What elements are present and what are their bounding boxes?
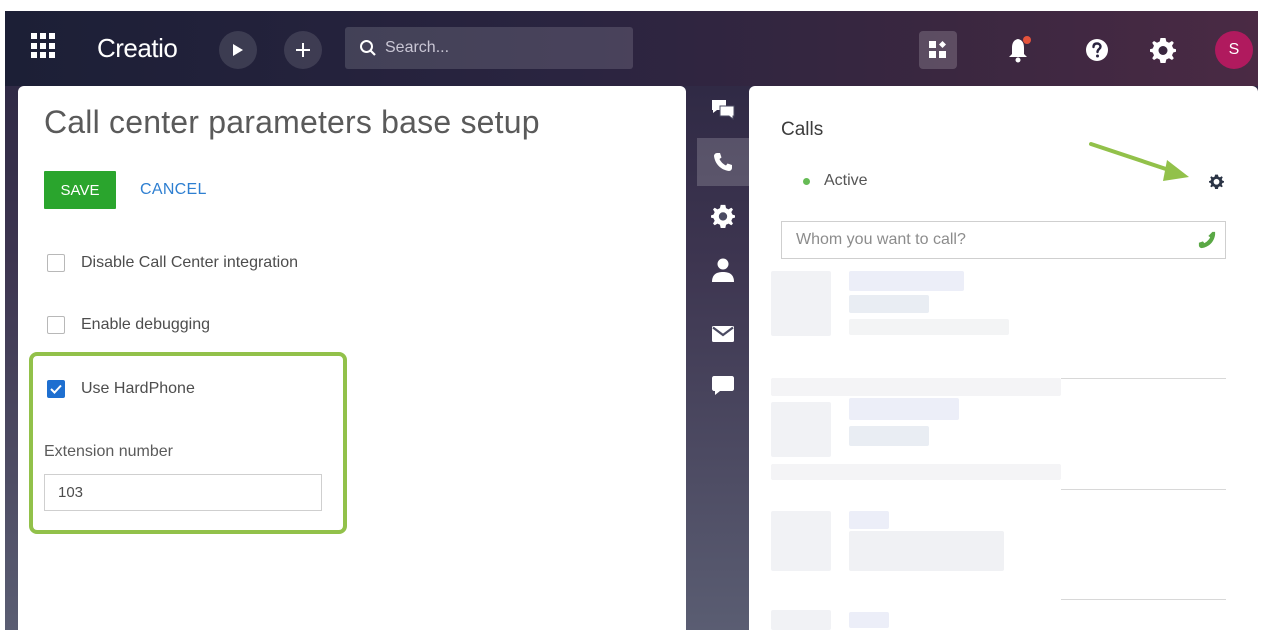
use-hardphone-checkbox[interactable]: Use HardPhone xyxy=(47,380,195,398)
call-button[interactable] xyxy=(1189,222,1225,258)
setup-panel: Call center parameters base setup SAVE C… xyxy=(18,86,686,630)
tab-contacts[interactable] xyxy=(697,246,749,294)
add-button[interactable] xyxy=(284,31,322,69)
call-number-input[interactable] xyxy=(782,222,1189,258)
checkbox-checked[interactable] xyxy=(47,380,65,398)
help-icon xyxy=(1086,39,1108,61)
tab-calls[interactable] xyxy=(697,138,749,186)
call-history-item xyxy=(771,610,1231,630)
call-history-item xyxy=(771,271,1231,351)
communication-panel-tabs xyxy=(697,86,749,630)
play-icon xyxy=(233,44,243,56)
tab-settings[interactable] xyxy=(697,192,749,240)
help-button[interactable] xyxy=(1078,31,1116,69)
enable-debugging-checkbox[interactable]: Enable debugging xyxy=(47,316,210,334)
call-status: Active xyxy=(803,172,868,190)
extension-number-label: Extension number xyxy=(44,443,173,460)
search-input[interactable] xyxy=(385,39,615,57)
list-divider xyxy=(1061,599,1226,600)
checkbox-label: Use HardPhone xyxy=(81,380,195,397)
page-title: Call center parameters base setup xyxy=(44,104,540,140)
email-icon xyxy=(712,326,734,342)
save-button[interactable]: SAVE xyxy=(44,171,116,209)
checkmark-icon xyxy=(50,384,62,394)
calls-title: Calls xyxy=(781,119,824,140)
call-history-item xyxy=(771,511,1231,591)
list-divider xyxy=(1061,489,1226,490)
app-window: Creatio Search... S Call center paramete… xyxy=(5,11,1258,630)
status-indicator xyxy=(803,177,810,185)
creatio-logo: Creatio xyxy=(97,33,178,63)
checkbox[interactable] xyxy=(47,254,65,272)
status-text: Active xyxy=(824,172,868,189)
call-search-field[interactable] xyxy=(781,221,1226,259)
settings-icon xyxy=(711,204,735,228)
checkbox-label: Disable Call Center integration xyxy=(81,254,298,271)
global-search[interactable] xyxy=(345,27,633,69)
calls-settings-button[interactable] xyxy=(1207,172,1225,190)
search-icon xyxy=(360,40,376,56)
tab-feed[interactable] xyxy=(697,86,749,134)
top-bar: Creatio Search... S xyxy=(5,11,1258,86)
user-avatar[interactable]: S xyxy=(1215,31,1253,69)
chat-feed-icon xyxy=(712,100,735,120)
widgets-button[interactable] xyxy=(919,31,957,69)
notifications-button[interactable] xyxy=(1001,31,1039,69)
disable-call-center-checkbox[interactable]: Disable Call Center integration xyxy=(47,254,298,272)
gear-icon xyxy=(1150,38,1176,63)
system-settings-button[interactable] xyxy=(1144,31,1182,69)
checkbox-label: Enable debugging xyxy=(81,316,211,333)
run-process-button[interactable] xyxy=(219,31,257,69)
extension-number-input[interactable] xyxy=(44,474,322,511)
call-history-item xyxy=(771,378,1231,488)
message-icon xyxy=(712,376,734,395)
tab-email[interactable] xyxy=(697,310,749,358)
phone-icon xyxy=(714,153,732,171)
plus-icon xyxy=(296,43,310,57)
widgets-icon xyxy=(929,41,946,58)
tab-messages[interactable] xyxy=(697,362,749,410)
checkbox[interactable] xyxy=(47,316,65,334)
cancel-button[interactable]: CANCEL xyxy=(140,171,207,209)
bell-icon xyxy=(1009,36,1031,63)
gear-icon xyxy=(1208,174,1224,189)
apps-grid-icon[interactable] xyxy=(31,33,57,59)
contact-icon xyxy=(712,258,734,282)
annotation-arrow-icon xyxy=(1089,142,1189,181)
phone-icon xyxy=(1198,231,1216,249)
calls-panel: Calls Active xyxy=(749,86,1258,630)
